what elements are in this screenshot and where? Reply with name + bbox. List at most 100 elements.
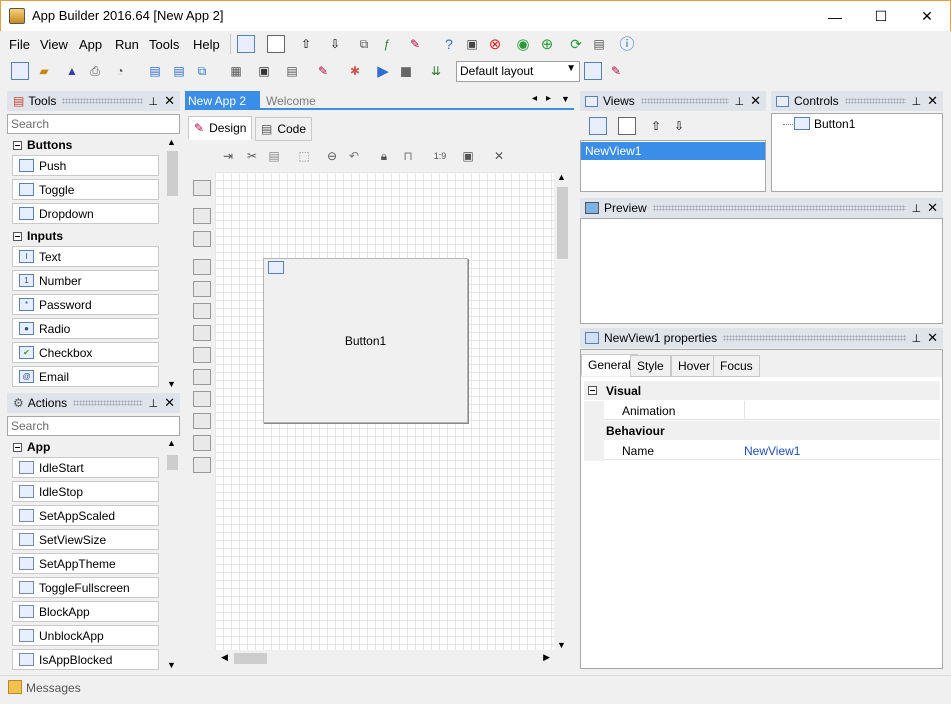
align-left-icon[interactable] [193,325,211,341]
add-view-icon[interactable] [589,117,607,135]
scroll-down-icon[interactable]: ▼ [557,640,566,650]
action-unblockapp[interactable]: UnblockApp [12,625,159,646]
tab-focus[interactable]: Focus [713,355,760,377]
save-as-icon[interactable]: ▤ [170,62,188,80]
lock-icon[interactable]: 🔒︎ [375,147,393,165]
messages-tab[interactable]: Messages [26,681,81,695]
tool-radio[interactable]: ● Radio [12,318,159,339]
pin-icon[interactable]: ⊥ [149,95,159,108]
canvas-vertical-scrollbar[interactable]: ▲ ▼ [555,172,569,650]
menu-file[interactable]: File [9,37,30,52]
scroll-up-icon[interactable]: ▲ [167,137,176,147]
tab-scroll-left-icon[interactable]: ◂ [532,93,537,104]
tool-email[interactable]: @ Email [12,366,159,387]
tools-icon[interactable]: ✕ [490,147,508,165]
align-center-icon[interactable] [193,347,211,363]
lifebuoy-icon[interactable]: ⊗ [486,35,504,53]
pin-icon[interactable]: ⊥ [912,95,922,108]
action-setviewsize[interactable]: SetViewSize [12,529,159,550]
tool-dropdown[interactable]: Dropdown [12,203,159,224]
same-size-icon[interactable] [193,435,211,451]
tool-text[interactable]: I Text [12,246,159,267]
build-icon[interactable]: ⇊ [427,62,445,80]
globe-icon[interactable]: ◉ [514,35,532,53]
undo-icon[interactable]: ↶ [345,147,363,165]
tab-list-icon[interactable]: ▼ [561,94,570,104]
scroll-right-icon[interactable]: ▶ [543,652,550,663]
group-header-buttons[interactable]: Buttons [13,138,72,152]
info-icon[interactable]: ⓘ [618,35,636,53]
action-idlestop[interactable]: IdleStop [12,481,159,502]
order-icon[interactable]: 1:9 [431,147,449,165]
distribute-horizontal-icon[interactable] [193,391,211,407]
tool-toggle[interactable]: Toggle [12,179,159,200]
add-view-icon[interactable] [267,35,285,53]
tab-welcome[interactable]: Welcome [266,94,316,108]
close-icon[interactable]: ✕ [927,330,938,346]
view-item-newview1[interactable]: NewView1 [581,142,765,160]
canvas-button1[interactable]: Button1 [263,258,468,423]
property-value[interactable]: NewView1 [744,444,800,458]
tool-password[interactable]: * Password [12,294,159,315]
scroll-down-icon[interactable]: ▼ [167,379,176,389]
tool-checkbox[interactable]: ✔ Checkbox [12,342,159,363]
resize-icon[interactable] [193,457,211,473]
web-icon[interactable]: ⊕ [538,35,556,53]
distribute-vertical-icon[interactable] [193,413,211,429]
tab-hover[interactable]: Hover [671,355,718,377]
action-idlestart[interactable]: IdleStart [12,457,159,478]
send-back-icon[interactable] [193,231,211,247]
scroll-up-icon[interactable]: ▲ [167,438,176,448]
action-isappblocked[interactable]: IsAppBlocked [12,649,159,670]
move-up-icon[interactable]: ⇧ [647,117,665,135]
tool-push[interactable]: Push [12,155,159,176]
action-togglefullscreen[interactable]: ToggleFullscreen [12,577,159,598]
action-setappscaled[interactable]: SetAppScaled [12,505,159,526]
menu-run[interactable]: Run [115,37,139,52]
tab-code[interactable]: ▤ Code [255,117,313,141]
scroll-thumb[interactable] [234,653,267,664]
insert-view-icon[interactable] [618,117,636,135]
scroll-thumb[interactable] [557,187,568,259]
paste-icon[interactable]: ▤ [265,147,283,165]
scroll-left-icon[interactable]: ◀ [221,652,228,663]
canvas-horizontal-scrollbar[interactable]: ◀ ▶ [215,651,554,666]
scroll-down-icon[interactable]: ▼ [167,660,176,670]
stop-icon[interactable]: ◼ [397,62,415,80]
hierarchy-icon[interactable]: ⧉ [355,35,373,53]
move-down-icon[interactable]: ⇩ [670,117,688,135]
align-right-icon[interactable] [193,369,211,385]
snapshot-icon[interactable]: ▣ [459,147,477,165]
tab-style[interactable]: Style [630,355,671,377]
unlock-icon[interactable]: ⊓ [399,147,417,165]
edit-settings-icon[interactable]: ✎ [314,62,332,80]
align-middle-icon[interactable] [193,281,211,297]
wizard-icon[interactable]: ▲ [63,62,81,80]
select-icon[interactable]: ⇥ [219,147,237,165]
scroll-thumb[interactable] [167,455,178,470]
align-top-icon[interactable] [193,259,211,275]
section-behaviour[interactable]: Behaviour [584,421,940,440]
new-view-icon[interactable] [237,35,255,53]
run-icon[interactable]: ▶ [374,62,392,80]
pin-icon[interactable]: ⊥ [149,397,159,410]
menu-help[interactable]: Help [193,37,220,52]
menu-view[interactable]: View [40,37,68,52]
tool-number[interactable]: 1 Number [12,270,159,291]
close-button[interactable]: ✕ [904,1,950,32]
tab-scroll-right-icon[interactable]: ▸ [546,93,551,104]
control-item-button1[interactable]: Button1 [814,117,855,131]
menu-tools[interactable]: Tools [149,37,179,52]
bring-front-icon[interactable] [193,208,211,224]
maximize-button[interactable]: ☐ [858,1,904,32]
group-header-inputs[interactable]: Inputs [13,229,63,243]
pin-icon[interactable]: ⊥ [912,332,922,345]
function-icon[interactable]: ƒ [378,35,396,53]
camera-icon[interactable]: ▣ [463,35,481,53]
group-header-app[interactable]: App [13,440,50,454]
actions-scrollbar[interactable]: ▲ ▼ [165,438,179,670]
tab-new-app-2[interactable]: New App 2 ✕ [185,91,260,122]
scroll-up-icon[interactable]: ▲ [557,172,566,182]
select-area-icon[interactable]: ⬚ [295,147,313,165]
save-icon[interactable]: ▤ [146,62,164,80]
